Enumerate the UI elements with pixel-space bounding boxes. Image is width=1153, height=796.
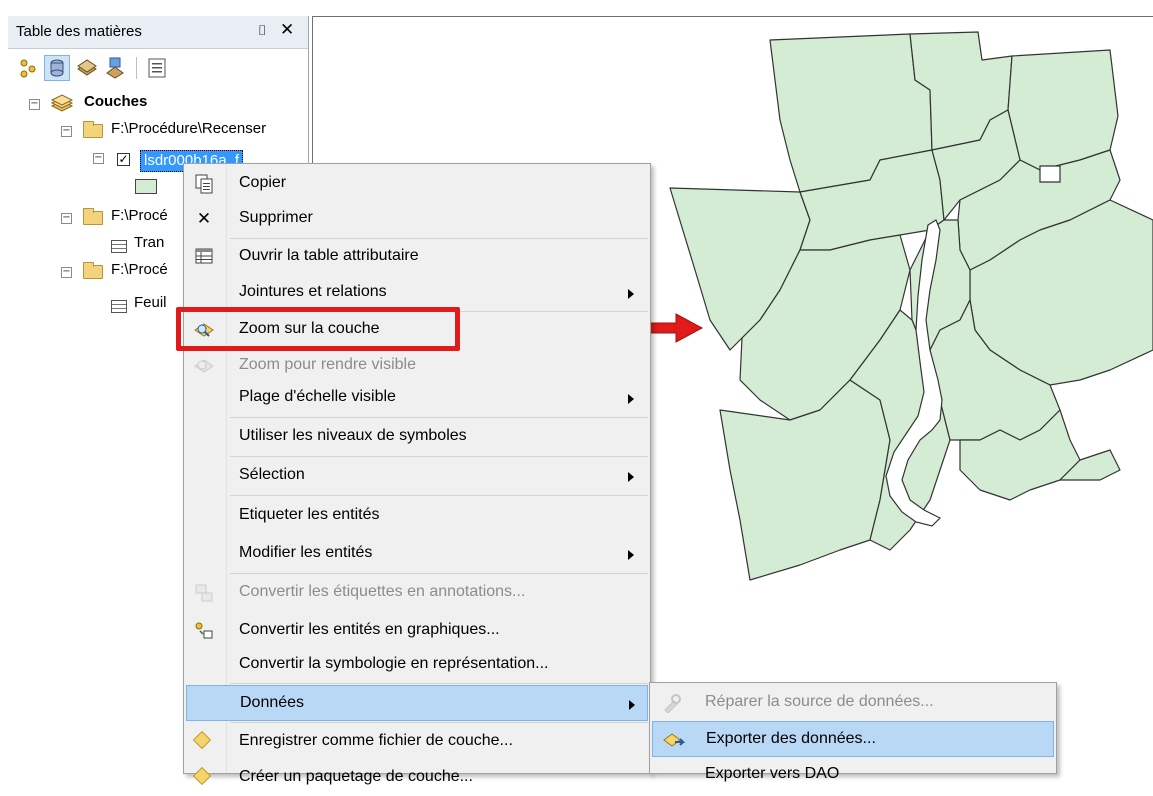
map-polygon	[1007, 49, 1119, 171]
copy-icon	[194, 174, 214, 194]
toc-title: Table des matières	[16, 23, 142, 40]
highlight-box	[176, 307, 460, 351]
table-icon	[111, 240, 127, 253]
list-by-visibility-icon[interactable]	[74, 55, 100, 81]
menu-item-save-layer-file[interactable]: Enregistrer comme fichier de couche...	[186, 724, 648, 760]
delete-icon: ✕	[196, 209, 212, 229]
list-by-selection-icon[interactable]	[102, 55, 128, 81]
submenu-item-export-cad[interactable]: Exporter vers DAO	[652, 757, 1054, 793]
layers-icon	[50, 94, 74, 112]
menu-item-delete[interactable]: ✕ Supprimer	[186, 201, 648, 237]
menu-item-label-features[interactable]: Etiqueter les entités	[186, 498, 648, 534]
menu-item-zoom-to-visible[interactable]: Zoom pour rendre visible	[186, 348, 648, 384]
layer-context-menu: Copier ✕ Supprimer Ouvrir la table attri…	[183, 163, 651, 786]
folder-icon	[83, 208, 103, 225]
menu-item-convert-labels[interactable]: Convertir les étiquettes en annotations.…	[186, 575, 648, 611]
menu-item-edit-features[interactable]: Modifier les entités	[186, 536, 648, 572]
menu-item-data[interactable]: Données	[186, 685, 648, 721]
menu-item-create-layer-package[interactable]: Créer un paquetage de couche...	[186, 760, 648, 796]
submenu-arrow-icon	[628, 472, 634, 482]
convert-graphics-icon	[194, 621, 214, 641]
collapse-group3-icon[interactable]: −	[61, 267, 72, 278]
folder-icon	[83, 121, 103, 138]
layer-visibility-checkbox[interactable]: ✓	[117, 153, 130, 166]
submenu-arrow-icon	[629, 700, 635, 710]
menu-item-copy[interactable]: Copier	[186, 166, 648, 202]
menu-item-visible-scale-range[interactable]: Plage d'échelle visible	[186, 380, 648, 416]
submenu-item-export-data[interactable]: Exporter des données...	[652, 721, 1054, 757]
zoom-visible-icon	[194, 356, 214, 376]
menu-item-open-attribute-table[interactable]: Ouvrir la table attributaire	[186, 239, 648, 275]
export-icon	[663, 730, 686, 750]
collapse-group2-icon[interactable]: −	[61, 213, 72, 224]
legend-swatch[interactable]	[135, 179, 157, 194]
collapse-group1-icon[interactable]: −	[61, 126, 72, 137]
list-by-source-icon[interactable]	[44, 55, 70, 81]
submenu-arrow-icon	[628, 550, 634, 560]
toc-toolbar	[8, 49, 308, 89]
data-submenu: Réparer la source de données... Exporter…	[649, 682, 1057, 782]
tree-table2-label[interactable]: Feuil	[134, 294, 167, 311]
menu-item-convert-symbology[interactable]: Convertir la symbologie en représentatio…	[186, 647, 648, 683]
tree-group3-label[interactable]: F:\Procé	[111, 261, 168, 278]
submenu-arrow-icon	[628, 289, 634, 299]
tree-group2-label[interactable]: F:\Procé	[111, 207, 168, 224]
submenu-item-repair-data-source[interactable]: Réparer la source de données...	[652, 685, 1054, 721]
tree-table1-label[interactable]: Tran	[134, 234, 164, 251]
table-icon	[111, 300, 127, 313]
lake-small	[1039, 165, 1061, 183]
list-by-drawing-order-icon[interactable]	[16, 55, 42, 81]
menu-item-joins-relates[interactable]: Jointures et relations	[186, 275, 648, 311]
table-icon	[194, 247, 214, 267]
toc-title-bar: Table des matières ⌷ ✕	[8, 16, 308, 49]
map-polygons	[669, 31, 1153, 581]
menu-item-symbol-levels[interactable]: Utiliser les niveaux de symboles	[186, 419, 648, 455]
collapse-layer-icon[interactable]: −	[93, 153, 104, 164]
layer-package-icon	[192, 766, 214, 788]
collapse-couches-icon[interactable]: −	[29, 99, 40, 110]
tree-root-label[interactable]: Couches	[84, 93, 147, 110]
close-icon[interactable]: ✕	[280, 20, 294, 40]
options-icon[interactable]	[144, 55, 170, 81]
tree-group1-label[interactable]: F:\Procédure\Recenser	[111, 120, 266, 137]
folder-icon	[83, 262, 103, 279]
convert-labels-icon	[194, 583, 214, 603]
submenu-arrow-icon	[628, 394, 634, 404]
pin-icon[interactable]: ⌷	[258, 22, 266, 39]
menu-item-convert-to-graphics[interactable]: Convertir les entités en graphiques...	[186, 613, 648, 649]
layer-file-icon	[192, 730, 214, 752]
repair-icon	[662, 693, 682, 714]
menu-item-selection[interactable]: Sélection	[186, 458, 648, 494]
